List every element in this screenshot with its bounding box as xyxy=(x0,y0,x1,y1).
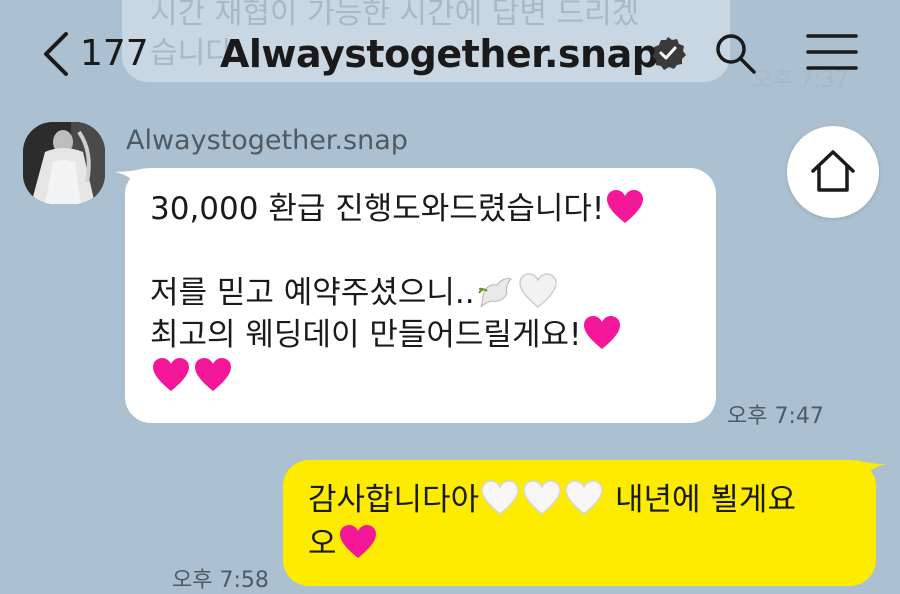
incoming-line-1: 30,000 환급 진행도와드렸습니다! xyxy=(150,188,710,230)
avatar[interactable] xyxy=(23,122,105,204)
incoming-line-1-text: 30,000 환급 진행도와드렸습니다! xyxy=(150,191,605,227)
white-heart-icon xyxy=(565,480,603,515)
incoming-line-2: 저를 믿고 예약주셨으니.. xyxy=(150,272,710,314)
outgoing-line-2-text: 오 xyxy=(308,526,337,562)
incoming-message-text: 30,000 환급 진행도와드렸습니다! 저를 믿고 예약주셨으니.. 최고의 … xyxy=(150,188,710,398)
dove-icon xyxy=(477,278,512,308)
search-icon[interactable] xyxy=(712,30,758,76)
white-heart-icon xyxy=(481,480,519,515)
incoming-message-time: 오후 7:47 xyxy=(727,404,824,429)
incoming-line-3: 최고의 웨딩데이 만들어드릴게요! xyxy=(150,314,710,356)
outgoing-line-2: 오 xyxy=(308,522,868,566)
outgoing-line-1b-text: 내년에 뵐게요 xyxy=(614,482,796,518)
incoming-line-4 xyxy=(150,356,710,398)
pink-heart-icon xyxy=(195,358,231,391)
chat-title: Alwaystogether.snap xyxy=(220,32,659,76)
verified-badge-icon xyxy=(652,37,686,70)
outgoing-message-text: 감사합니다아 내년에 뵐게요 오 xyxy=(308,478,868,566)
pink-heart-icon xyxy=(153,358,189,391)
pink-heart-icon xyxy=(339,525,376,558)
pink-heart-icon xyxy=(607,190,644,223)
white-heart-icon xyxy=(518,273,557,308)
home-icon xyxy=(811,150,855,192)
chat-header: 177 Alwaystogether.snap xyxy=(0,0,900,105)
pink-heart-icon xyxy=(584,316,621,349)
wedding-photo-avatar-icon xyxy=(23,122,105,204)
incoming-line-3-text: 최고의 웨딩데이 만들어드릴게요! xyxy=(150,317,582,353)
outgoing-line-1: 감사합니다아 내년에 뵐게요 xyxy=(308,478,868,522)
incoming-line-2-text: 저를 믿고 예약주셨으니.. xyxy=(150,275,475,311)
menu-icon[interactable] xyxy=(806,32,858,72)
unread-count[interactable]: 177 xyxy=(80,30,149,78)
outgoing-message-time: 오후 7:58 xyxy=(172,568,269,593)
home-button[interactable] xyxy=(787,126,879,218)
outgoing-line-1a-text: 감사합니다아 xyxy=(308,482,480,518)
back-chevron-icon[interactable] xyxy=(38,30,78,78)
white-heart-icon xyxy=(523,480,561,515)
sender-name: Alwaystogether.snap xyxy=(126,125,408,156)
